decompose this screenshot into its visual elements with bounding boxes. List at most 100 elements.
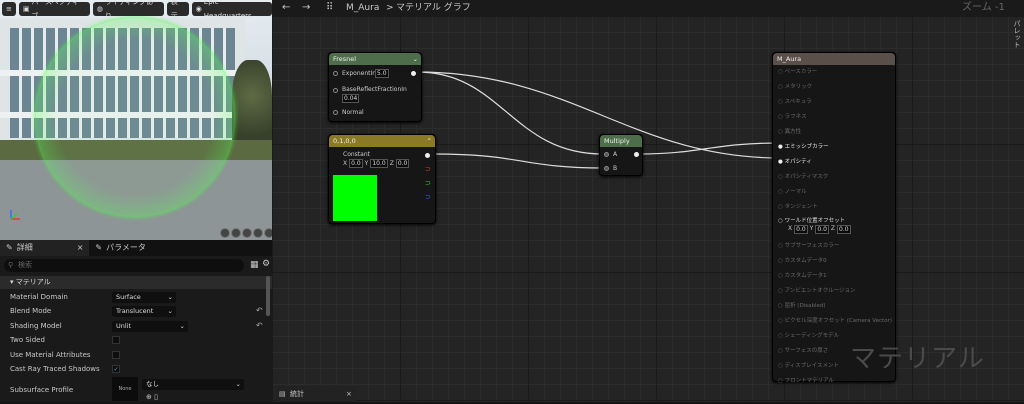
cube-shape-button[interactable] (253, 228, 263, 238)
output-pin-row[interactable]: ○ ラフネス (778, 112, 807, 120)
cast-ray-traced-shadows-checkbox[interactable]: ✓ (112, 365, 120, 373)
output-pin-row[interactable]: ○ ディスプレイスメント (778, 361, 839, 369)
output-pin-row[interactable]: ○ アンビエントオクルージョン (778, 286, 855, 294)
breadcrumb-page[interactable]: マテリアル グラフ (396, 0, 471, 16)
settings-icon[interactable]: ⚙ (262, 259, 270, 269)
multiply-output-pin[interactable] (634, 152, 639, 157)
constant-y-field[interactable]: 10.0 (370, 159, 388, 168)
constant-xyz-fields: X 0.0 Y 10.0 Z 0.0 (343, 159, 410, 168)
wpo-y-field[interactable]: 0.0 (815, 225, 829, 234)
use-material-attributes-checkbox[interactable] (112, 351, 120, 359)
output-pin-row[interactable]: ○ タンジェント (778, 202, 818, 210)
subsurface-profile-thumbnail[interactable]: None (112, 377, 138, 401)
palette-side-tab[interactable]: パレット (1008, 20, 1022, 48)
two-sided-checkbox[interactable] (112, 336, 120, 344)
chevron-down-icon[interactable]: ⌄ (413, 53, 418, 65)
preview-scene-button[interactable]: ◉ Epic Headquarters (191, 0, 272, 20)
chevron-up-icon[interactable]: ⌃ (427, 135, 432, 147)
multiply-node-header[interactable]: Multiply (600, 135, 642, 147)
back-arrow-icon[interactable]: ← (282, 0, 290, 16)
reset-arrow-icon[interactable]: ↶ (256, 319, 263, 333)
perspective-button[interactable]: ▣ パースペクティブ (18, 0, 90, 20)
world-position-offset-row[interactable]: ○ ワールド位置オフセット (778, 216, 845, 224)
fresnel-node-header[interactable]: Fresnel ⌄ (329, 53, 421, 65)
output-pin-row[interactable]: ○ ノーマル (778, 187, 807, 195)
constant-node-header[interactable]: 0,1,0,0 ⌃ (329, 135, 435, 147)
output-pin-row[interactable]: ○ ベースカラー (778, 67, 817, 75)
output-pin-row[interactable]: ○ フロントマテリアル (778, 376, 834, 384)
constant-vector-node[interactable]: 0,1,0,0 ⌃ Constant X 0.0 Y 10.0 Z 0.0 ⊃ ⊃ ⊃ (328, 134, 436, 224)
close-icon[interactable]: × (346, 386, 352, 402)
cylinder-shape-button[interactable] (220, 228, 230, 238)
material-output-node[interactable]: M_Aura ○ ベースカラー ○ メタリック ○ スペキュラ ○ ラフネス ○… (772, 52, 896, 384)
normal-input-pin[interactable] (333, 110, 338, 115)
red-output-pin[interactable]: ⊃ (425, 165, 431, 173)
output-pin-row[interactable]: ○ ピクセル深度オフセット (Camera Vector) (778, 316, 892, 324)
wire-fresnel-to-multiply-a (416, 71, 604, 155)
green-output-pin[interactable]: ⊃ (425, 179, 431, 187)
breadcrumb-asset[interactable]: M_Aura (346, 0, 379, 16)
shading-model-dropdown[interactable]: Unlit ⌄ (112, 321, 188, 332)
multiply-node[interactable]: Multiply A B (599, 134, 643, 176)
multiply-b-pin[interactable] (604, 166, 609, 171)
search-icon: ⚲ (8, 261, 14, 269)
forward-arrow-icon[interactable]: → (302, 0, 310, 16)
viewport-menu-button[interactable]: ≡ (2, 2, 16, 16)
show-button[interactable]: 表示 (166, 0, 189, 20)
exponent-value-field[interactable]: 5.0 (375, 69, 389, 78)
output-pin-row[interactable]: ○ サーフェスの厚さ (778, 346, 828, 354)
graph-watermark: マテリアル (850, 344, 985, 374)
material-preview-viewport[interactable]: ≡ ▣ パースペクティブ ◍ ライティングあり 表示 ◉ Epic Headquart… (0, 0, 272, 240)
output-pin-row[interactable]: ○ スペキュラ (778, 97, 812, 105)
output-pin-row[interactable]: ○ カスタムデータ0 (778, 256, 827, 264)
constant-z-field[interactable]: 0.0 (395, 159, 410, 168)
preview-sphere (36, 18, 234, 216)
base-reflect-input-pin[interactable] (333, 88, 338, 93)
output-pin-row[interactable]: ○ カスタムデータ1 (778, 271, 827, 279)
exponent-input-pin[interactable] (333, 71, 338, 76)
fresnel-output-pin[interactable] (411, 71, 416, 76)
fresnel-node[interactable]: Fresnel ⌄ ExponentIn 5.0 BaseReflectFract… (328, 52, 422, 122)
details-search-input[interactable]: ⚲ 検索 (4, 259, 244, 272)
stats-tab[interactable]: ▤ 統計 × (276, 386, 356, 402)
wpo-x-field[interactable]: 0.0 (794, 225, 808, 234)
subsurface-profile-dropdown[interactable]: なし ⌄ (142, 379, 244, 390)
blue-output-pin[interactable]: ⊃ (425, 193, 431, 201)
output-pin-row[interactable]: ○ サブサーフェスカラー (778, 241, 839, 249)
lighting-button[interactable]: ◍ ライティングあり (92, 0, 164, 20)
constant-x-field[interactable]: 0.0 (349, 159, 363, 168)
close-icon[interactable]: × (77, 240, 84, 256)
perspective-icon: ▣ (22, 5, 30, 13)
output-pin-row[interactable]: ○ オパシティマスク (778, 172, 828, 180)
breadcrumb-separator-icon: > (386, 3, 394, 13)
mesh-shape-button[interactable] (264, 228, 272, 238)
base-reflect-value-field[interactable]: 0.04 (342, 94, 360, 103)
material-domain-dropdown[interactable]: Surface ⌄ (112, 292, 176, 303)
output-pin-row[interactable]: ○ 異方性 (778, 127, 801, 135)
material-section-header[interactable]: ▾ マテリアル (0, 276, 272, 289)
opacity-pin-row[interactable]: ● オパシティ (778, 157, 812, 165)
output-pin-row[interactable]: ○ メタリック (778, 82, 812, 90)
multiply-a-pin[interactable] (604, 152, 609, 157)
emissive-pin-row[interactable]: ● エミッシブカラー (778, 142, 829, 150)
details-scrollbar[interactable] (266, 276, 270, 316)
wpo-z-field[interactable]: 0.0 (837, 225, 851, 234)
tab-details[interactable]: ✎ 詳細 × (0, 240, 90, 256)
stats-icon: ▤ (279, 390, 286, 398)
material-graph-canvas[interactable]: Fresnel ⌄ ExponentIn 5.0 BaseReflectFract… (272, 16, 1024, 402)
sphere-shape-button[interactable] (231, 228, 241, 238)
output-pin-row[interactable]: ○ 屈折 (Disabled) (778, 301, 826, 309)
reset-arrow-icon[interactable]: ↶ (256, 304, 263, 318)
tab-parameters[interactable]: ✎ パラメータ (89, 240, 151, 256)
parameter-icon: ✎ (95, 243, 103, 252)
output-node-header[interactable]: M_Aura (773, 53, 895, 65)
blend-mode-dropdown[interactable]: Translucent ⌄ (112, 306, 176, 317)
constant-color-swatch[interactable] (333, 175, 377, 221)
wire-multiply-to-emissive (637, 142, 781, 155)
graph-toolbar: ← → ⠿ M_Aura > マテリアル グラフ ズーム -1 (272, 0, 1024, 16)
table-view-icon[interactable]: ▦ (250, 260, 259, 270)
plane-shape-button[interactable] (242, 228, 252, 238)
output-pin-row[interactable]: ○ シェーディングモデル (778, 331, 839, 339)
constant-rgb-output-pin[interactable] (425, 153, 430, 158)
cast-ray-traced-shadows-row: Cast Ray Traced Shadows ✓ (10, 365, 120, 373)
